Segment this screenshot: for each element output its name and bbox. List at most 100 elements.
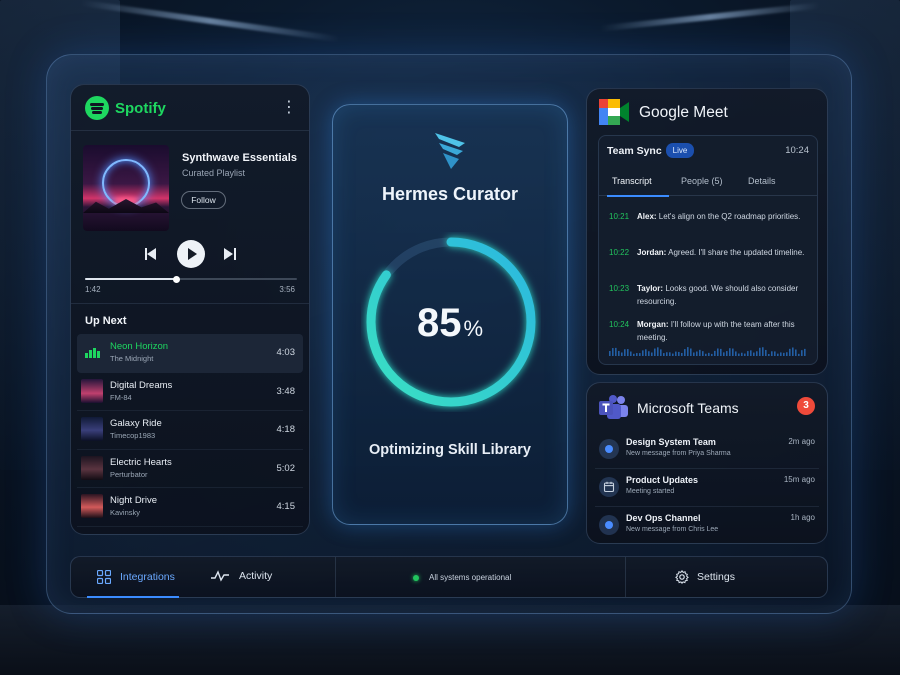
- waveform-bar: [705, 353, 707, 356]
- transcript-time: 10:22: [609, 248, 630, 257]
- waveform-bar: [744, 353, 746, 356]
- divider: [625, 557, 626, 597]
- grid-icon: [97, 570, 111, 584]
- transcript-speaker: Jordan:: [637, 248, 667, 257]
- queue-item[interactable]: Night Drive Kavinsky 4:15: [77, 488, 303, 527]
- waveform-bar: [612, 348, 614, 356]
- waveform-bar: [639, 353, 641, 356]
- track-thumbnail: [81, 417, 103, 441]
- queue-track-title: Galaxy Ride: [110, 418, 162, 429]
- waveform-bar: [633, 353, 635, 356]
- transcript-entry: 10:21 Alex: Let's align on the Q2 roadma…: [609, 210, 807, 246]
- waveform-bar: [756, 351, 758, 356]
- waveform-bar: [690, 348, 692, 356]
- waveform-bar: [666, 352, 668, 356]
- playlist-subtitle: Curated Playlist: [182, 168, 246, 178]
- waveform-bar: [648, 351, 650, 356]
- progress-scrubber[interactable]: [85, 275, 297, 283]
- activity-tab[interactable]: Activity: [211, 570, 272, 582]
- integrations-tab[interactable]: Integrations: [97, 570, 175, 584]
- integrations-label: Integrations: [120, 571, 175, 583]
- settings-button[interactable]: Settings: [675, 570, 735, 584]
- tab-people[interactable]: People (5): [681, 176, 723, 186]
- more-options-icon[interactable]: ⋮: [281, 100, 297, 116]
- waveform-bar: [783, 352, 785, 356]
- live-badge: Live: [666, 143, 694, 158]
- queue-item[interactable]: Neon Horizon The Midnight 4:03: [77, 334, 303, 373]
- message-dot-icon: [599, 439, 619, 459]
- waveform-bar: [765, 349, 767, 356]
- teams-activity-item[interactable]: Product Updates Meeting started 15m ago: [595, 469, 819, 507]
- desk-surface: [0, 605, 900, 675]
- next-track-icon[interactable]: [224, 248, 236, 260]
- waveform-bar: [693, 352, 695, 356]
- microsoft-teams-widget: Microsoft Teams 3 Design System Team New…: [586, 382, 828, 544]
- playlist-title: Synthwave Essentials: [182, 152, 297, 164]
- queue-track-artist: The Midnight: [110, 354, 154, 363]
- meeting-title: Team Sync: [607, 145, 662, 157]
- hermes-curator-widget: Hermes Curator 85% Optimizing Skill Libr…: [332, 104, 568, 525]
- waveform-bar: [804, 348, 806, 356]
- queue-item[interactable]: Digital Dreams FM-84 3:48: [77, 373, 303, 411]
- microsoft-teams-brand: Microsoft Teams: [637, 400, 739, 416]
- queue-track-title: Night Drive: [110, 495, 157, 506]
- waveform-bar: [636, 353, 638, 356]
- transcript-entry: 10:22 Jordan: Agreed. I'll share the upd…: [609, 246, 807, 282]
- follow-button[interactable]: Follow: [181, 191, 226, 209]
- google-meet-brand: Google Meet: [639, 104, 728, 121]
- settings-label: Settings: [697, 571, 735, 583]
- waveform-bar: [708, 352, 710, 356]
- waveform-bar: [711, 353, 713, 356]
- up-next-heading: Up Next: [85, 315, 127, 327]
- progress-knob[interactable]: [172, 275, 180, 283]
- progress-fill: [85, 278, 177, 280]
- microsoft-teams-logo-icon: [599, 395, 628, 419]
- progress-value: 85: [416, 301, 462, 345]
- transcript-speaker: Morgan:: [637, 320, 669, 329]
- total-time: 3:56: [279, 285, 295, 294]
- meeting-card: Team Sync Live 10:24 Transcript People (…: [598, 135, 818, 365]
- now-playing-equalizer-icon: [85, 348, 100, 358]
- waveform-bar: [702, 351, 704, 356]
- waveform-bar: [645, 349, 647, 356]
- transcript-text: Agreed. I'll share the updated timeline.: [668, 248, 805, 257]
- waveform-bar: [798, 353, 800, 356]
- waveform-bar: [717, 348, 719, 356]
- waveform-bar: [651, 352, 653, 356]
- hermes-title: Hermes Curator: [381, 184, 519, 204]
- previous-track-icon[interactable]: [145, 248, 157, 260]
- transcript-speaker: Taylor:: [637, 284, 664, 293]
- waveform-bar: [729, 348, 731, 356]
- queue-item[interactable]: Electric Hearts Perturbator 5:02: [77, 450, 303, 488]
- waveform-bar: [678, 351, 680, 356]
- spotify-header: Spotify ⋮: [85, 95, 297, 121]
- activity-label: Activity: [239, 570, 273, 582]
- queue-track-title: Electric Hearts: [110, 456, 172, 468]
- waveform-bar: [759, 347, 761, 356]
- waveform-bar: [681, 352, 683, 356]
- activity-title: Dev Ops Channel: [626, 513, 701, 523]
- google-meet-logo-icon: [599, 99, 629, 125]
- track-thumbnail: [81, 378, 103, 403]
- waveform-bar: [735, 351, 737, 356]
- play-button[interactable]: [177, 240, 205, 268]
- progress-unit: %: [463, 316, 484, 341]
- notification-badge[interactable]: 3: [797, 397, 815, 415]
- teams-activity-item[interactable]: Design System Team New message from Priy…: [595, 431, 819, 469]
- tab-transcript[interactable]: Transcript: [612, 176, 652, 186]
- queue-track-artist: Perturbator: [110, 469, 148, 479]
- waveform-bar: [687, 347, 689, 356]
- message-dot-icon: [599, 515, 619, 535]
- queue-item[interactable]: Galaxy Ride Timecop1983 4:18: [77, 411, 303, 450]
- waveform-bar: [696, 351, 698, 356]
- waveform-bar: [720, 348, 722, 356]
- tab-details[interactable]: Details: [748, 176, 776, 186]
- teams-activity-item[interactable]: Dev Ops Channel New message from Chris L…: [595, 507, 819, 545]
- queue-track-duration: 4:03: [276, 347, 296, 358]
- bottom-navigation-bar: Integrations Activity All systems operat…: [70, 556, 828, 598]
- waveform-bar: [789, 348, 791, 356]
- transcript-time: 10:23: [609, 284, 630, 293]
- waveform-bar: [684, 349, 686, 356]
- active-tab-indicator: [607, 195, 669, 197]
- queue-track-duration: 5:02: [276, 462, 296, 474]
